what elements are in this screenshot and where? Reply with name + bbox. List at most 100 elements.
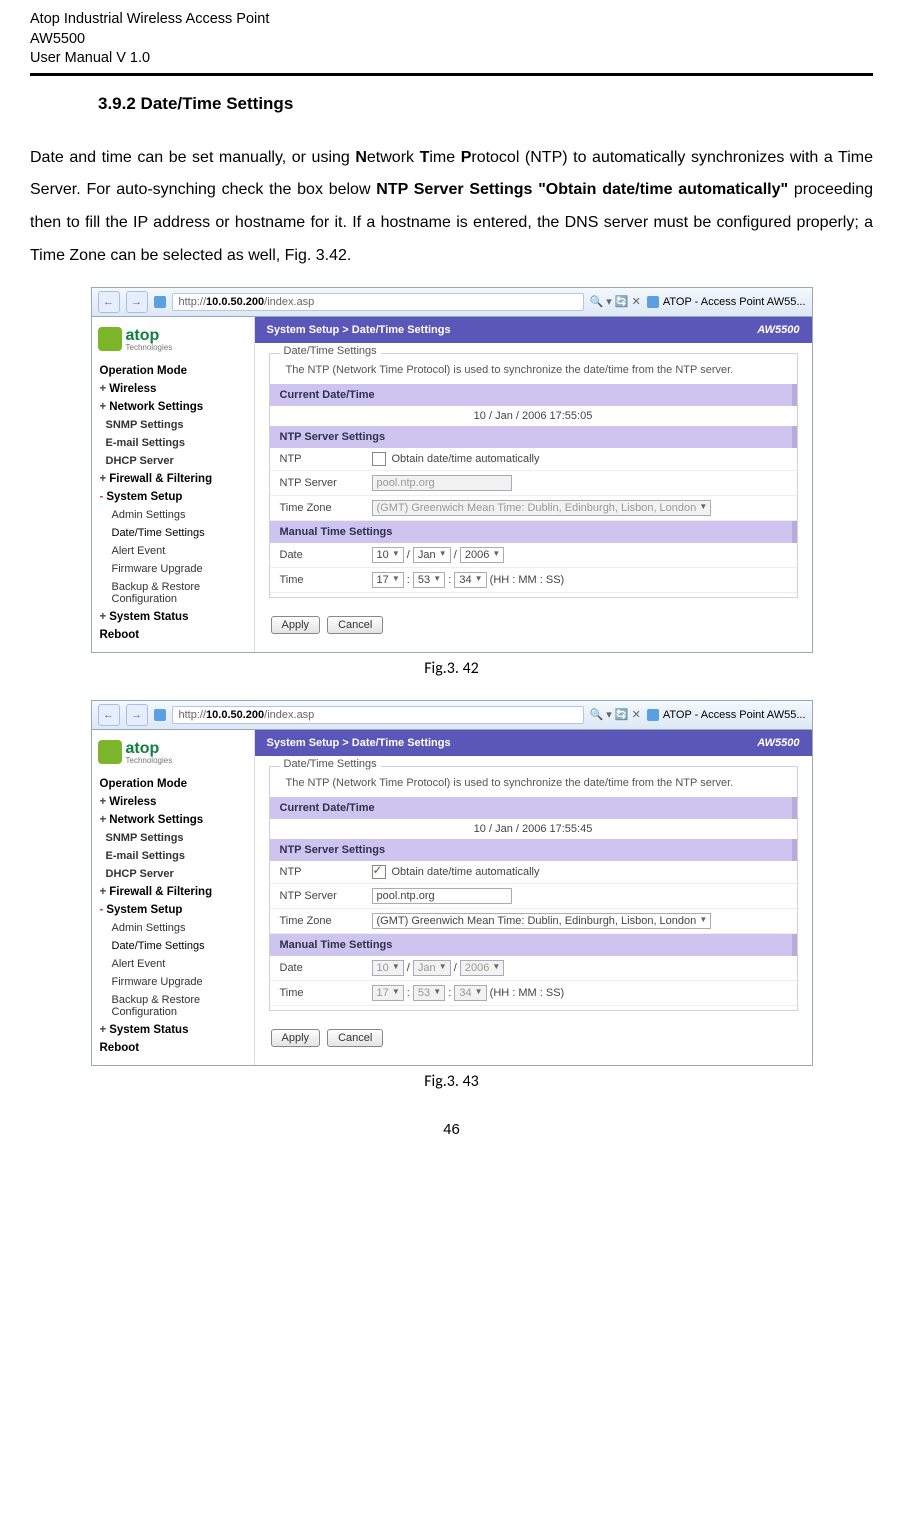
tz-select-2[interactable]: (GMT) Greenwich Mean Time: Dublin, Edinb… — [372, 913, 712, 929]
date-year-select-2[interactable]: 2006 — [460, 960, 504, 976]
date-mon-select[interactable]: Jan — [413, 547, 451, 563]
ntp-note: The NTP (Network Time Protocol) is used … — [270, 362, 797, 384]
lab-time-2: Time — [280, 987, 372, 999]
apply-button-2[interactable]: Apply — [271, 1029, 321, 1047]
browser-tab[interactable]: ATOP - Access Point AW55... — [647, 296, 806, 308]
ntp-checkbox-2[interactable] — [372, 865, 386, 879]
cancel-button[interactable]: Cancel — [327, 616, 383, 634]
lab-ntp: NTP — [280, 453, 372, 465]
lab-date: Date — [280, 549, 372, 561]
date-mon-select-2[interactable]: Jan — [413, 960, 451, 976]
nav-datetime[interactable]: Date/Time Settings — [98, 524, 248, 542]
ntp-checkbox[interactable] — [372, 452, 386, 466]
addr-tools-2[interactable]: 🔍 ▾ 🔄 ✕ — [590, 708, 641, 721]
fieldset-legend: Date/Time Settings — [280, 345, 381, 357]
tab-favicon — [647, 296, 659, 308]
logo: atop Technologies — [98, 327, 248, 352]
nav-admin[interactable]: Admin Settings — [98, 506, 248, 524]
fig-caption-1: Fig.3. 42 — [30, 659, 873, 678]
band-current: Current Date/Time — [270, 384, 797, 406]
address-bar-2[interactable]: http://10.0.50.200/index.asp — [172, 706, 584, 724]
lab-tz-2: Time Zone — [280, 915, 372, 927]
nav-firewall-2[interactable]: +Firewall & Filtering — [98, 883, 248, 901]
band-current-2: Current Date/Time — [270, 797, 797, 819]
time-mm-select[interactable]: 53 — [413, 572, 445, 588]
datetime-fieldset-2: Date/Time Settings The NTP (Network Time… — [269, 766, 798, 1011]
current-datetime: 10 / Jan / 2006 17:55:05 — [270, 406, 797, 426]
hdr-rule — [30, 73, 873, 76]
nav-back-button-2[interactable]: ← — [98, 704, 120, 726]
nav-status[interactable]: +System Status — [98, 608, 248, 626]
nav-network-2[interactable]: +Network Settings — [98, 811, 248, 829]
nav-alert-2[interactable]: Alert Event — [98, 955, 248, 973]
address-bar[interactable]: http://10.0.50.200/index.asp — [172, 293, 584, 311]
date-day-select[interactable]: 10 — [372, 547, 404, 563]
tab-label: ATOP - Access Point AW55... — [663, 296, 806, 308]
nav-snmp-2[interactable]: SNMP Settings — [98, 829, 248, 847]
time-hh-select-2[interactable]: 17 — [372, 985, 404, 1001]
tz-select[interactable]: (GMT) Greenwich Mean Time: Dublin, Edinb… — [372, 500, 712, 516]
logo-2: atop Technologies — [98, 740, 248, 765]
nav-back-button[interactable]: ← — [98, 291, 120, 313]
nav-wireless-2[interactable]: +Wireless — [98, 793, 248, 811]
ntp-note-2: The NTP (Network Time Protocol) is used … — [270, 775, 797, 797]
row-tz: Time Zone (GMT) Greenwich Mean Time: Dub… — [270, 496, 797, 521]
ntp-server-input[interactable]: pool.ntp.org — [372, 475, 512, 491]
row-tz-2: Time Zone (GMT) Greenwich Mean Time: Dub… — [270, 909, 797, 934]
date-day-select-2[interactable]: 10 — [372, 960, 404, 976]
logo-icon-2 — [98, 740, 122, 764]
date-year-select[interactable]: 2006 — [460, 547, 504, 563]
band-ntp: NTP Server Settings — [270, 426, 797, 448]
time-suffix-2: (HH : MM : SS) — [490, 987, 565, 999]
nav-network[interactable]: +Network Settings — [98, 398, 248, 416]
band-ntp-2: NTP Server Settings — [270, 839, 797, 861]
hdr-l2: AW5500 — [30, 30, 873, 50]
row-ntpsrv: NTP Server pool.ntp.org — [270, 471, 797, 496]
nav-datetime-2[interactable]: Date/Time Settings — [98, 937, 248, 955]
nav-firewall[interactable]: +Firewall & Filtering — [98, 470, 248, 488]
apply-button[interactable]: Apply — [271, 616, 321, 634]
nav-dhcp-2[interactable]: DHCP Server — [98, 865, 248, 883]
nav-snmp[interactable]: SNMP Settings — [98, 416, 248, 434]
nav-dhcp[interactable]: DHCP Server — [98, 452, 248, 470]
hdr-l1: Atop Industrial Wireless Access Point — [30, 10, 873, 30]
page-favicon-2 — [154, 709, 166, 721]
nav-backup-2[interactable]: Backup & Restore Configuration — [98, 991, 248, 1021]
nav-fw-upgrade-2[interactable]: Firmware Upgrade — [98, 973, 248, 991]
band-manual-2: Manual Time Settings — [270, 934, 797, 956]
hdr-l3: User Manual V 1.0 — [30, 49, 873, 69]
nav-backup[interactable]: Backup & Restore Configuration — [98, 578, 248, 608]
row-ntp-2: NTP Obtain date/time automatically — [270, 861, 797, 884]
breadcrumb-2: System Setup > Date/Time SettingsAW5500 — [255, 730, 812, 756]
nav-fwd-button-2[interactable]: → — [126, 704, 148, 726]
nav-op-mode-2[interactable]: Operation Mode — [98, 775, 248, 793]
nav-op-mode[interactable]: Operation Mode — [98, 362, 248, 380]
nav-system-setup[interactable]: -System Setup — [98, 488, 248, 506]
nav-reboot-2[interactable]: Reboot — [98, 1039, 248, 1057]
nav-admin-2[interactable]: Admin Settings — [98, 919, 248, 937]
nav-fwd-button[interactable]: → — [126, 291, 148, 313]
browser-titlebar-2: ← → http://10.0.50.200/index.asp 🔍 ▾ 🔄 ✕… — [92, 701, 812, 730]
nav-email[interactable]: E-mail Settings — [98, 434, 248, 452]
logo-icon — [98, 327, 122, 351]
nav-email-2[interactable]: E-mail Settings — [98, 847, 248, 865]
nav-wireless[interactable]: +Wireless — [98, 380, 248, 398]
nav-fw-upgrade[interactable]: Firmware Upgrade — [98, 560, 248, 578]
cancel-button-2[interactable]: Cancel — [327, 1029, 383, 1047]
time-hh-select[interactable]: 17 — [372, 572, 404, 588]
nav-reboot[interactable]: Reboot — [98, 626, 248, 644]
time-ss-select-2[interactable]: 34 — [454, 985, 486, 1001]
row-date-2: Date 10 / Jan / 2006 — [270, 956, 797, 981]
time-ss-select[interactable]: 34 — [454, 572, 486, 588]
ntp-server-input-2[interactable]: pool.ntp.org — [372, 888, 512, 904]
addr-tools[interactable]: 🔍 ▾ 🔄 ✕ — [590, 295, 641, 308]
nav-system-setup-2[interactable]: -System Setup — [98, 901, 248, 919]
row-date: Date 10 / Jan / 2006 — [270, 543, 797, 568]
nav-alert[interactable]: Alert Event — [98, 542, 248, 560]
fieldset-legend-2: Date/Time Settings — [280, 758, 381, 770]
nav-status-2[interactable]: +System Status — [98, 1021, 248, 1039]
time-mm-select-2[interactable]: 53 — [413, 985, 445, 1001]
row-time: Time 17 : 53 : 34 (HH : MM : SS) — [270, 568, 797, 593]
row-time-2: Time 17 : 53 : 34 (HH : MM : SS) — [270, 981, 797, 1006]
browser-tab-2[interactable]: ATOP - Access Point AW55... — [647, 709, 806, 721]
